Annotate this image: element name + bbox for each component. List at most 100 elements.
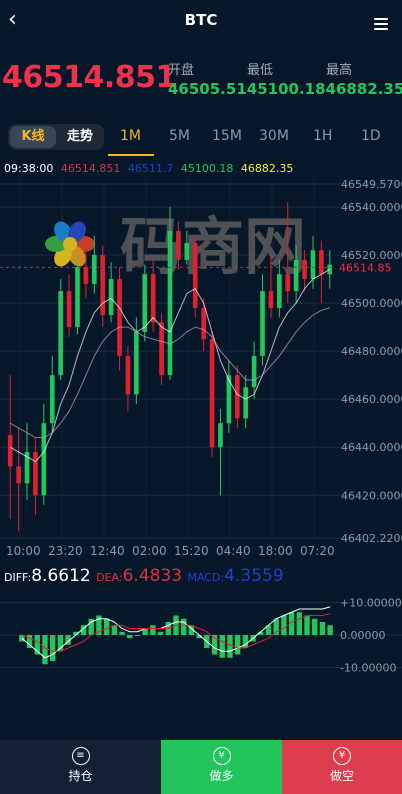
hamburger-menu-icon[interactable] <box>374 18 388 33</box>
candle-body <box>33 452 38 496</box>
time-tick: 02:00 <box>132 544 167 558</box>
candle-body <box>66 291 72 328</box>
candle-body <box>176 231 181 260</box>
macd-bar <box>281 615 287 635</box>
candle-body <box>285 274 291 292</box>
logo-center <box>63 237 77 251</box>
period-5m[interactable]: 5M <box>169 128 190 144</box>
candle-body <box>192 243 198 308</box>
macd-bar <box>42 635 48 665</box>
watermark-text: 码商网 <box>120 210 306 283</box>
open-value: 46505.514 <box>168 80 258 98</box>
time-tick: 07:20 <box>300 544 335 558</box>
low-value: 5100.18 <box>257 80 326 98</box>
macd-bar <box>49 635 56 661</box>
buy-label: 做多 <box>209 769 234 783</box>
sell-short-button[interactable]: ¥ 做空 <box>282 740 402 794</box>
macd-bar <box>157 631 164 635</box>
yuan-up-icon: ¥ <box>212 747 231 765</box>
candle-body <box>201 307 206 340</box>
time-tick: 15:20 <box>174 544 209 558</box>
candle-body <box>159 322 164 376</box>
yuan-down-icon: ¥ <box>333 747 351 765</box>
macd-bar <box>181 618 187 635</box>
macd-bar <box>150 625 156 635</box>
macd-tick: +10.00000 <box>340 597 402 610</box>
candle-body <box>117 279 122 356</box>
macd-bar <box>119 631 125 635</box>
macd-chart[interactable]: +10.00000 0.00000 -10.00000 <box>0 592 402 678</box>
candle-body <box>150 274 156 323</box>
candle-body <box>16 466 21 484</box>
macd-bar <box>127 635 133 639</box>
macd-legend: DIFF:8.6612 DEA:6.4833 MACD:4.3559 <box>4 566 284 586</box>
price-tick: 46420.0000 <box>341 489 402 502</box>
chart-tabs: K线 走势 1M 5M 15M 30M 1H 1D <box>0 118 402 156</box>
candle-body <box>58 291 63 376</box>
macd-bar <box>304 615 310 635</box>
candle-body <box>75 267 80 328</box>
time-tick: 12:40 <box>90 544 125 558</box>
current-price-marker: 46514.85 <box>339 261 392 274</box>
candle-body <box>108 279 114 316</box>
legend-value-3: 45100.18 <box>180 162 234 175</box>
macd-bar <box>57 635 64 652</box>
hold-button[interactable]: ≡ 持仓 <box>0 740 161 794</box>
bottom-action-bar: ≡ 持仓 ¥ 做多 ¥ 做空 <box>0 740 402 794</box>
hold-label: 持仓 <box>68 769 93 783</box>
tab-kline[interactable]: K线 <box>10 126 56 148</box>
candle-body <box>49 375 55 424</box>
candle-body <box>251 355 257 388</box>
period-1m[interactable]: 1M <box>120 128 141 144</box>
quote-summary: 46514.851 开盘 最低 最高 46505.5145100.1846882… <box>0 54 402 106</box>
macd-bar <box>227 635 233 658</box>
candle-body <box>277 274 282 308</box>
chart-mode-toggle: K线 走势 <box>8 124 104 150</box>
time-tick: 04:40 <box>216 544 251 558</box>
macd-bar <box>312 618 318 635</box>
period-15m[interactable]: 15M <box>212 128 242 144</box>
macd-bar <box>103 618 110 635</box>
macd-bar <box>111 625 118 635</box>
candle-body <box>218 423 223 448</box>
time-tick: 18:00 <box>258 544 293 558</box>
price-tick: 46549.5700 <box>341 178 402 191</box>
time-tick: 23:20 <box>48 544 83 558</box>
period-1h[interactable]: 1H <box>313 128 332 144</box>
period-30m[interactable]: 30M <box>259 128 289 144</box>
candle-body <box>184 243 190 260</box>
candle-body <box>142 274 148 332</box>
period-1d[interactable]: 1D <box>361 128 381 144</box>
high-value: 46882.35 <box>325 80 402 98</box>
macd-bar <box>219 635 225 658</box>
tab-trend[interactable]: 走势 <box>58 126 102 148</box>
diff-value: 8.6612 <box>31 566 91 586</box>
price-tick: 46520.0000 <box>341 249 402 262</box>
price-tick: 46460.0000 <box>341 393 402 406</box>
buy-long-button[interactable]: ¥ 做多 <box>161 740 282 794</box>
macd-bar <box>273 618 279 635</box>
price-tick: 46540.0000 <box>341 201 402 214</box>
price-tick: 46402.2200 <box>341 532 402 545</box>
sell-label: 做空 <box>329 769 354 783</box>
macd-bar <box>327 625 333 635</box>
price-tick: 46440.0000 <box>341 441 402 454</box>
candle-body <box>7 435 13 467</box>
ma-legend: 09:38:00 46514.851 46511.7 45100.18 4688… <box>4 162 297 175</box>
page-title: BTC <box>184 11 218 29</box>
macd-bar <box>134 635 141 636</box>
kline-chart[interactable]: 46549.5700 46540.0000 46520.0000 46500.0000… <box>0 178 402 568</box>
macd-bar <box>319 622 326 635</box>
candle-body <box>302 259 307 280</box>
legend-time: 09:38:00 <box>4 162 54 175</box>
candle-body <box>310 250 316 280</box>
candle-body <box>293 259 299 292</box>
candle-body <box>243 387 249 419</box>
macd-label: MACD: <box>187 571 225 584</box>
candle-body <box>268 291 274 308</box>
candle-body <box>91 255 97 284</box>
price-tick: 46500.0000 <box>341 297 402 310</box>
candle-body <box>134 331 139 395</box>
dea-label: DEA: <box>96 571 123 584</box>
low-label: 最低 <box>247 63 274 78</box>
